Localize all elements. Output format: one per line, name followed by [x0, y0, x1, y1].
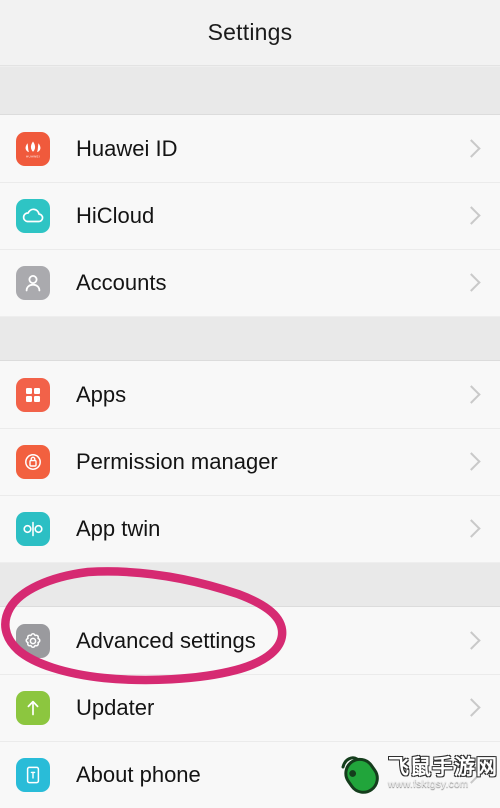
section-spacer-middle — [0, 316, 500, 361]
settings-row-hicloud[interactable]: HiCloud — [0, 182, 500, 249]
settings-row-label: Updater — [76, 694, 155, 720]
chevron-right-icon — [462, 698, 481, 717]
cloud-icon — [16, 198, 50, 233]
phone-info-icon — [16, 757, 50, 792]
chevron-right-icon — [462, 385, 481, 404]
chevron-right-icon — [462, 452, 481, 471]
settings-row-label: Accounts — [76, 269, 167, 295]
huawei-logo-icon: HUAWEI — [16, 131, 50, 166]
settings-row-label: Advanced settings — [76, 627, 256, 653]
apps-section: Apps Permission manager App twin — [0, 361, 500, 562]
section-spacer-top — [0, 66, 500, 115]
settings-row-label: Apps — [76, 381, 127, 407]
chevron-right-icon — [462, 273, 481, 292]
settings-screen: Settings HUAWEI Huawei ID HiCloud Accoun… — [0, 0, 500, 808]
chevron-right-icon — [462, 139, 481, 158]
grid-apps-icon — [16, 377, 50, 412]
person-icon — [16, 265, 50, 300]
watermark-url: www.fsktgsy.com — [388, 779, 469, 790]
settings-row-advanced-settings[interactable]: Advanced settings — [0, 607, 500, 674]
site-watermark: 飞鼠手游网 www.fsktgsy.com — [335, 745, 498, 802]
watermark-text: 飞鼠手游网 www.fsktgsy.com — [388, 757, 498, 790]
settings-row-app-twin[interactable]: App twin — [0, 495, 500, 562]
up-arrow-icon — [16, 690, 50, 725]
app-twin-icon — [16, 511, 50, 546]
chevron-right-icon — [462, 206, 481, 225]
settings-row-huawei-id[interactable]: HUAWEI Huawei ID — [0, 115, 500, 182]
chevron-right-icon — [462, 519, 481, 538]
settings-row-label: HiCloud — [76, 202, 155, 228]
gear-icon — [16, 623, 50, 658]
settings-row-permission-manager[interactable]: Permission manager — [0, 428, 500, 495]
settings-row-apps[interactable]: Apps — [0, 361, 500, 428]
page-title: Settings — [207, 19, 293, 45]
settings-row-updater[interactable]: Updater — [0, 674, 500, 741]
section-spacer-bottom — [0, 562, 500, 607]
settings-row-label: App twin — [76, 515, 161, 541]
settings-row-label: Permission manager — [76, 448, 278, 474]
lock-shield-icon — [16, 444, 50, 479]
svg-text:HUAWEI: HUAWEI — [26, 154, 40, 158]
green-mouse-icon — [335, 745, 387, 802]
watermark-site-name: 飞鼠手游网 — [388, 756, 498, 779]
app-header: Settings — [0, 0, 500, 66]
settings-row-accounts[interactable]: Accounts — [0, 249, 500, 316]
chevron-right-icon — [462, 631, 481, 650]
settings-row-label: Huawei ID — [76, 135, 178, 161]
accounts-section: HUAWEI Huawei ID HiCloud Accounts — [0, 115, 500, 316]
